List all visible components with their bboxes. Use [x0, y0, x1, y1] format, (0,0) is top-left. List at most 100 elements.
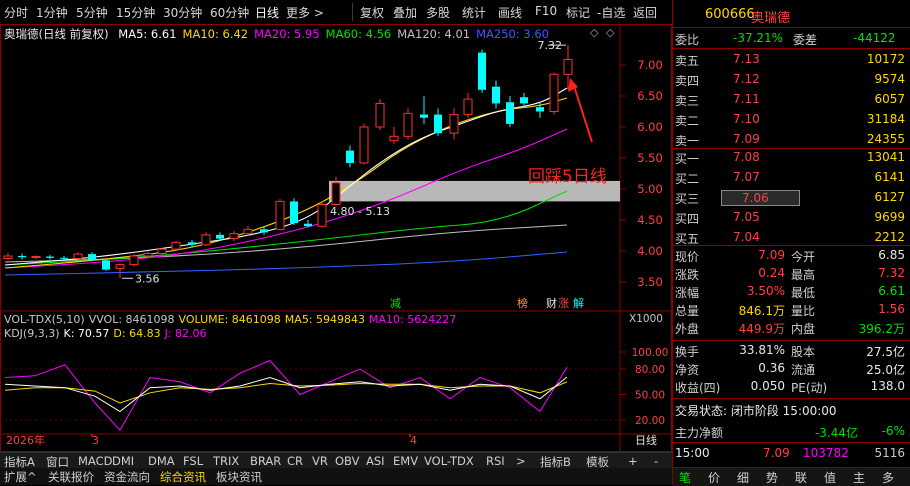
extension-tab[interactable]: 综合资讯 — [160, 469, 206, 485]
low-price-label: 3.56 — [135, 272, 160, 285]
chart-area[interactable]: 7.006.506.005.505.004.504.003.507.323.56… — [0, 24, 672, 452]
bid-price: 7.07 — [733, 170, 760, 184]
bid-volume: 6127 — [874, 190, 905, 204]
period-tab[interactable]: 日线 — [255, 4, 279, 21]
stat-label: 最高 — [791, 268, 816, 282]
candle-down[interactable] — [18, 255, 26, 258]
candle-down[interactable] — [506, 102, 514, 124]
candle-down[interactable] — [304, 223, 312, 227]
stat-label: 涨幅 — [675, 286, 700, 300]
candle-up[interactable] — [449, 114, 459, 134]
candle-up[interactable] — [201, 234, 211, 246]
stat2-value: 25.0亿 — [866, 363, 905, 377]
indicator-tab[interactable]: OBV — [335, 454, 359, 468]
candle-up[interactable] — [549, 73, 559, 112]
detail-tab[interactable]: 多 — [882, 469, 894, 486]
toolbar-action[interactable]: 画线 — [498, 4, 522, 21]
candle-down[interactable] — [188, 242, 196, 245]
candle-down[interactable] — [102, 260, 110, 270]
indicator-tab[interactable]: MACD — [78, 454, 112, 468]
candle-up[interactable] — [275, 200, 285, 230]
indicator-tab[interactable]: ASI — [366, 454, 385, 468]
candle-up[interactable] — [129, 255, 139, 266]
indicator-tab[interactable]: BRAR — [250, 454, 281, 468]
ma-label: MA250: 3.60 — [476, 27, 549, 41]
candle-up[interactable] — [463, 98, 473, 116]
indicator-tab[interactable]: RSI — [486, 454, 505, 468]
candle-down[interactable] — [434, 114, 442, 134]
toolbar-action[interactable]: 多股 — [426, 4, 450, 21]
stat-value: 1.56 — [878, 302, 905, 316]
candle-down[interactable] — [492, 86, 500, 104]
candle-up[interactable] — [3, 255, 13, 259]
detail-tab[interactable]: 笔 — [679, 469, 691, 486]
extension-tab[interactable]: 板块资讯 — [216, 469, 262, 485]
header-divider — [673, 27, 910, 28]
candle-up[interactable] — [157, 248, 167, 254]
candle-down[interactable] — [520, 97, 528, 104]
detail-tab[interactable]: 值 — [824, 469, 836, 486]
candle-down[interactable] — [88, 254, 96, 261]
indicator-tab[interactable]: TRIX — [213, 454, 239, 468]
period-tab[interactable]: 1分钟 — [36, 4, 68, 21]
period-tab[interactable]: 5分钟 — [76, 4, 108, 21]
period-tab[interactable]: 更多 > — [286, 4, 324, 21]
candle-up[interactable] — [359, 126, 369, 164]
indicator-right-tab[interactable]: - — [654, 454, 658, 468]
candle-up[interactable] — [317, 204, 327, 227]
extension-tab[interactable]: 关联报价 — [48, 469, 94, 485]
toolbar-action[interactable]: 叠加 — [393, 4, 417, 21]
indicator-tab[interactable]: CR — [287, 454, 303, 468]
candle-up[interactable] — [143, 252, 153, 257]
detail-tab[interactable]: 价 — [708, 469, 720, 486]
indicator-tab[interactable]: DMI — [112, 454, 134, 468]
candle-down[interactable] — [216, 234, 224, 239]
indicator-tab[interactable]: DMA — [148, 454, 175, 468]
toolbar-action[interactable]: -自选 — [597, 4, 625, 21]
toolbar-action[interactable]: 统计 — [462, 4, 486, 21]
extension-tab[interactable]: 资金流向 — [104, 469, 150, 485]
candle-up[interactable] — [389, 135, 399, 142]
candle-down[interactable] — [290, 201, 298, 224]
indicator-tab[interactable]: VOL-TDX — [424, 454, 474, 468]
period-tab[interactable]: 30分钟 — [163, 4, 202, 21]
candle-up[interactable] — [229, 233, 239, 240]
candle-down[interactable] — [478, 52, 486, 90]
period-tab[interactable]: 分时 — [4, 4, 28, 21]
candle-up[interactable] — [375, 102, 385, 128]
period-tab[interactable]: 60分钟 — [210, 4, 249, 21]
candle-up[interactable] — [73, 253, 83, 259]
candle-up[interactable] — [563, 58, 573, 75]
candle-down[interactable] — [260, 229, 268, 233]
indicator-right-tab[interactable]: + — [628, 454, 638, 468]
period-tab[interactable]: 15分钟 — [116, 4, 155, 21]
annotation-arrowhead — [568, 78, 578, 92]
indicator-tab[interactable]: > — [516, 454, 526, 468]
candle-up[interactable] — [31, 256, 41, 259]
vol-scale-label: X1000 — [629, 313, 663, 325]
toolbar-action[interactable]: F10 — [535, 4, 557, 18]
annotation-arrow — [573, 85, 593, 143]
candle-down[interactable] — [60, 257, 68, 259]
detail-tab[interactable]: 势 — [766, 469, 778, 486]
indicator-tab[interactable]: FSL — [183, 454, 203, 468]
extension-tab[interactable]: 扩展^ — [4, 469, 37, 485]
candle-up[interactable] — [403, 112, 413, 137]
detail-tab[interactable]: 联 — [795, 469, 807, 486]
candle-down[interactable] — [46, 256, 54, 258]
toolbar-action[interactable]: 标记 — [566, 4, 590, 21]
detail-tab[interactable]: 细 — [737, 469, 749, 486]
indicator-tab[interactable]: EMV — [393, 454, 418, 468]
toolbar-action[interactable]: 复权 — [360, 4, 384, 21]
candle-up[interactable] — [115, 264, 125, 269]
bid-label: 买二 — [675, 172, 700, 186]
candle-down[interactable] — [536, 107, 544, 112]
candle-down[interactable] — [420, 114, 428, 118]
detail-tab[interactable]: 主 — [853, 469, 865, 486]
toolbar-action[interactable]: 返回 — [633, 4, 657, 21]
candle-down[interactable] — [346, 150, 354, 163]
candle-up[interactable] — [171, 241, 181, 250]
candle-up[interactable] — [243, 228, 253, 235]
candle-up[interactable] — [331, 182, 341, 206]
indicator-tab[interactable]: VR — [312, 454, 328, 468]
